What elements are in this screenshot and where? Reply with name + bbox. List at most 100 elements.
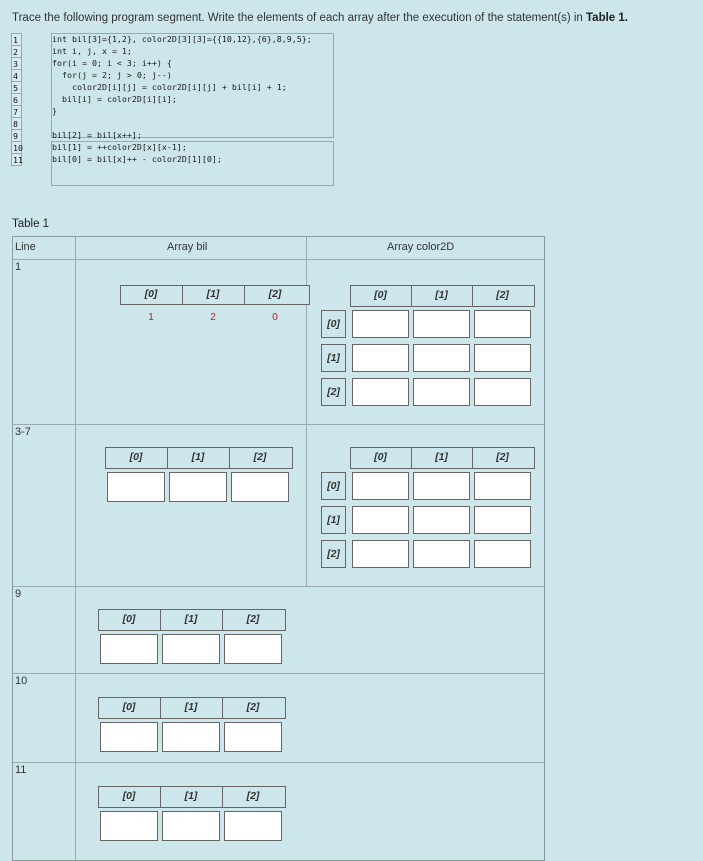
color2d-answer-cell[interactable] <box>352 344 409 372</box>
code-text: for(j = 2; j > 0; j--) <box>52 70 172 80</box>
header-line: Line <box>15 241 36 253</box>
bil-answer-cell[interactable] <box>100 722 158 752</box>
bil-value-2: 0 <box>272 312 278 323</box>
color2d-answer-cell[interactable] <box>474 472 531 500</box>
bil-answer-cell[interactable] <box>162 634 220 664</box>
color2d-answer-cell[interactable] <box>474 344 531 372</box>
code-line: 1 int bil[3]={1,2}, color2D[3][3]={{10,12… <box>11 33 334 45</box>
row-divider-1 <box>13 424 544 425</box>
color2d-col-index-1: [1] <box>435 451 448 463</box>
color2d-row-index-1: [1] <box>321 506 346 534</box>
color2d-answer-cell[interactable] <box>413 378 470 406</box>
header-array-bil: Array bil <box>167 241 208 253</box>
color2d-answer-cell[interactable] <box>352 506 409 534</box>
line-label-10: 10 <box>15 675 28 687</box>
color2d-row-index-0: [0] <box>321 472 346 500</box>
color2d-answer-cell[interactable] <box>352 472 409 500</box>
color2d-row-index-2: [2] <box>321 378 346 406</box>
row-divider-4 <box>13 762 544 763</box>
bil-index-2: [2] <box>246 790 260 802</box>
code-line: 5 color2D[i][j] = color2D[i][j] + bil[i]… <box>11 81 334 93</box>
bil-index-1: [1] <box>191 451 205 463</box>
line-number: 3 <box>11 57 22 69</box>
bil-answer-cell[interactable] <box>100 811 158 841</box>
bil-answer-cell[interactable] <box>231 472 289 502</box>
bil-index-1: [1] <box>184 701 198 713</box>
line-number: 1 <box>11 33 22 45</box>
bil-index-0: [0] <box>144 288 158 300</box>
code-line: 9 bil[2] = bil[x++]; <box>11 129 334 141</box>
bil-index-2: [2] <box>253 451 267 463</box>
color2d-answer-cell[interactable] <box>413 310 470 338</box>
code-text: for(i = 0; i < 3; i++) { <box>52 58 172 68</box>
line-label-3-7: 3-7 <box>15 426 31 438</box>
bil-answer-cell[interactable] <box>224 811 282 841</box>
bil-value-1: 2 <box>210 312 216 323</box>
color2d-col-index-2: [2] <box>496 451 509 463</box>
code-line: 6 bil[i] = color2D[i][i]; <box>11 93 334 105</box>
line-label-1: 1 <box>15 261 22 273</box>
code-line: 7} <box>11 105 334 117</box>
code-text: bil[2] = bil[x++]; <box>52 130 142 140</box>
bil-index-2: [2] <box>246 701 260 713</box>
color2d-answer-cell[interactable] <box>474 506 531 534</box>
line-number: 10 <box>11 141 23 153</box>
color2d-answer-cell[interactable] <box>474 540 531 568</box>
bil-answer-cell[interactable] <box>162 811 220 841</box>
line-number: 4 <box>11 69 22 81</box>
line-col-divider <box>75 237 76 860</box>
color2d-col-index-2: [2] <box>496 289 509 301</box>
color2d-col-index-0: [0] <box>374 451 387 463</box>
color2d-answer-cell[interactable] <box>474 310 531 338</box>
bil-answer-cell[interactable] <box>162 722 220 752</box>
color2d-col-index-1: [1] <box>435 289 448 301</box>
instruction-text: Trace the following program segment. Wri… <box>12 12 628 24</box>
bil-answer-cell[interactable] <box>224 722 282 752</box>
line-number-bottom <box>11 165 22 166</box>
color2d-answer-cell[interactable] <box>474 378 531 406</box>
color2d-answer-cell[interactable] <box>352 310 409 338</box>
bil-index-0: [0] <box>122 790 136 802</box>
color2d-answer-cell[interactable] <box>413 472 470 500</box>
line-label-11: 11 <box>15 764 27 776</box>
color2d-row-index-2: [2] <box>321 540 346 568</box>
code-line: 3 for(i = 0; i < 3; i++) { <box>11 57 334 69</box>
bil-index-1: [1] <box>206 288 220 300</box>
line-number: 11 <box>11 153 23 165</box>
header-array-color2d: Array color2D <box>387 241 455 253</box>
color2d-row-index-0: [0] <box>321 310 346 338</box>
code-line: 11 bil[0] = bil[x]++ - color2D[1][0]; <box>11 153 334 165</box>
bil-answer-cell[interactable] <box>107 472 165 502</box>
bil-answer-cell[interactable] <box>100 634 158 664</box>
color2d-col-index-0: [0] <box>374 289 387 301</box>
color2d-answer-cell[interactable] <box>413 540 470 568</box>
bil-index-0: [0] <box>129 451 143 463</box>
bil-index-1: [1] <box>184 613 198 625</box>
bil-index-0: [0] <box>122 613 136 625</box>
bil-answer-cell[interactable] <box>224 634 282 664</box>
code-text: bil[0] = bil[x]++ - color2D[1][0]; <box>52 154 222 164</box>
color2d-answer-cell[interactable] <box>352 540 409 568</box>
color2d-row-index-1: [1] <box>321 344 346 372</box>
color2d-answer-cell[interactable] <box>413 344 470 372</box>
table-caption: Table 1 <box>12 218 50 230</box>
line-number: 7 <box>11 105 22 117</box>
bil-index-0: [0] <box>122 701 136 713</box>
line-number: 5 <box>11 81 22 93</box>
line-label-9: 9 <box>15 588 22 600</box>
code-listing: 1 int bil[3]={1,2}, color2D[3][3]={{10,12… <box>11 33 334 186</box>
instruction-table-ref: Table 1. <box>586 12 628 24</box>
code-line: 10 bil[1] = ++color2D[x][x-1]; <box>11 141 334 153</box>
bil-answer-cell[interactable] <box>169 472 227 502</box>
code-text: bil[i] = color2D[i][i]; <box>52 94 177 104</box>
bil-index-2: [2] <box>246 613 260 625</box>
code-text: int bil[3]={1,2}, color2D[3][3]={{10,12}… <box>52 34 312 44</box>
bil-value-0: 1 <box>148 312 154 323</box>
code-text: int i, j, x = 1; <box>52 46 132 56</box>
color2d-answer-cell[interactable] <box>413 506 470 534</box>
color2d-answer-cell[interactable] <box>352 378 409 406</box>
trace-table: Line Array bil Array color2D 1 3-7 9 10 … <box>12 236 545 861</box>
line-number: 2 <box>11 45 22 57</box>
code-text: color2D[i][j] = color2D[i][j] + bil[i] +… <box>52 82 287 92</box>
line-number: 6 <box>11 93 22 105</box>
